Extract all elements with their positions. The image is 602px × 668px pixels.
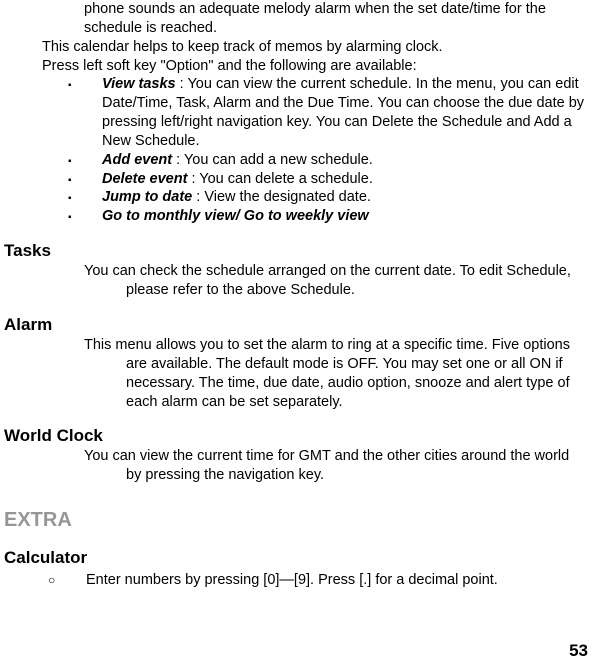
- option-delete-event: ▪ Delete event : You can delete a schedu…: [68, 170, 588, 189]
- option-desc: : You can delete a schedule.: [187, 171, 372, 187]
- bullet-icon: ▪: [68, 75, 102, 150]
- continuation-paragraph: phone sounds an adequate melody alarm wh…: [84, 0, 588, 38]
- option-label: Jump to date: [102, 189, 192, 205]
- option-content: Delete event : You can delete a schedule…: [102, 170, 588, 189]
- world-clock-body: You can view the current time for GMT an…: [84, 447, 588, 485]
- tasks-heading: Tasks: [4, 240, 588, 262]
- circle-icon: ○: [48, 571, 86, 590]
- option-go-to-view: ▪ Go to monthly view/ Go to weekly view: [68, 207, 588, 226]
- page-number: 53: [569, 640, 588, 662]
- alarm-heading: Alarm: [4, 314, 588, 336]
- calculator-list: ○ Enter numbers by pressing [0]—[9]. Pre…: [48, 571, 588, 590]
- bullet-icon: ▪: [68, 188, 102, 207]
- calculator-heading: Calculator: [4, 547, 588, 569]
- bullet-icon: ▪: [68, 207, 102, 226]
- option-add-event: ▪ Add event : You can add a new schedule…: [68, 151, 588, 170]
- bullet-icon: ▪: [68, 170, 102, 189]
- world-clock-heading: World Clock: [4, 425, 588, 447]
- option-label: Go to monthly view/ Go to weekly view: [102, 208, 369, 224]
- option-content: Add event : You can add a new schedule.: [102, 151, 588, 170]
- option-content: Jump to date : View the designated date.: [102, 188, 588, 207]
- calendar-intro-line2: Press left soft key "Option" and the fol…: [42, 57, 588, 76]
- option-label: Delete event: [102, 171, 187, 187]
- option-jump-to-date: ▪ Jump to date : View the designated dat…: [68, 188, 588, 207]
- extra-heading: EXTRA: [4, 507, 588, 533]
- tasks-body-text: You can check the schedule arranged on t…: [84, 263, 571, 298]
- calculator-item-text: Enter numbers by pressing [0]—[9]. Press…: [86, 571, 498, 590]
- option-content: Go to monthly view/ Go to weekly view: [102, 207, 588, 226]
- option-desc: : You can add a new schedule.: [172, 152, 373, 168]
- option-label: View tasks: [102, 76, 176, 92]
- option-desc: : View the designated date.: [192, 189, 371, 205]
- option-content: View tasks : You can view the current sc…: [102, 75, 588, 150]
- bullet-icon: ▪: [68, 151, 102, 170]
- alarm-body: This menu allows you to set the alarm to…: [84, 336, 588, 411]
- alarm-body-text: This menu allows you to set the alarm to…: [84, 337, 570, 410]
- option-view-tasks: ▪ View tasks : You can view the current …: [68, 75, 588, 150]
- world-clock-body-text: You can view the current time for GMT an…: [84, 448, 569, 483]
- option-label: Add event: [102, 152, 172, 168]
- calendar-intro-line1: This calendar helps to keep track of mem…: [42, 38, 588, 57]
- options-list: ▪ View tasks : You can view the current …: [68, 75, 588, 226]
- calculator-item: ○ Enter numbers by pressing [0]—[9]. Pre…: [48, 571, 588, 590]
- tasks-body: You can check the schedule arranged on t…: [84, 262, 588, 300]
